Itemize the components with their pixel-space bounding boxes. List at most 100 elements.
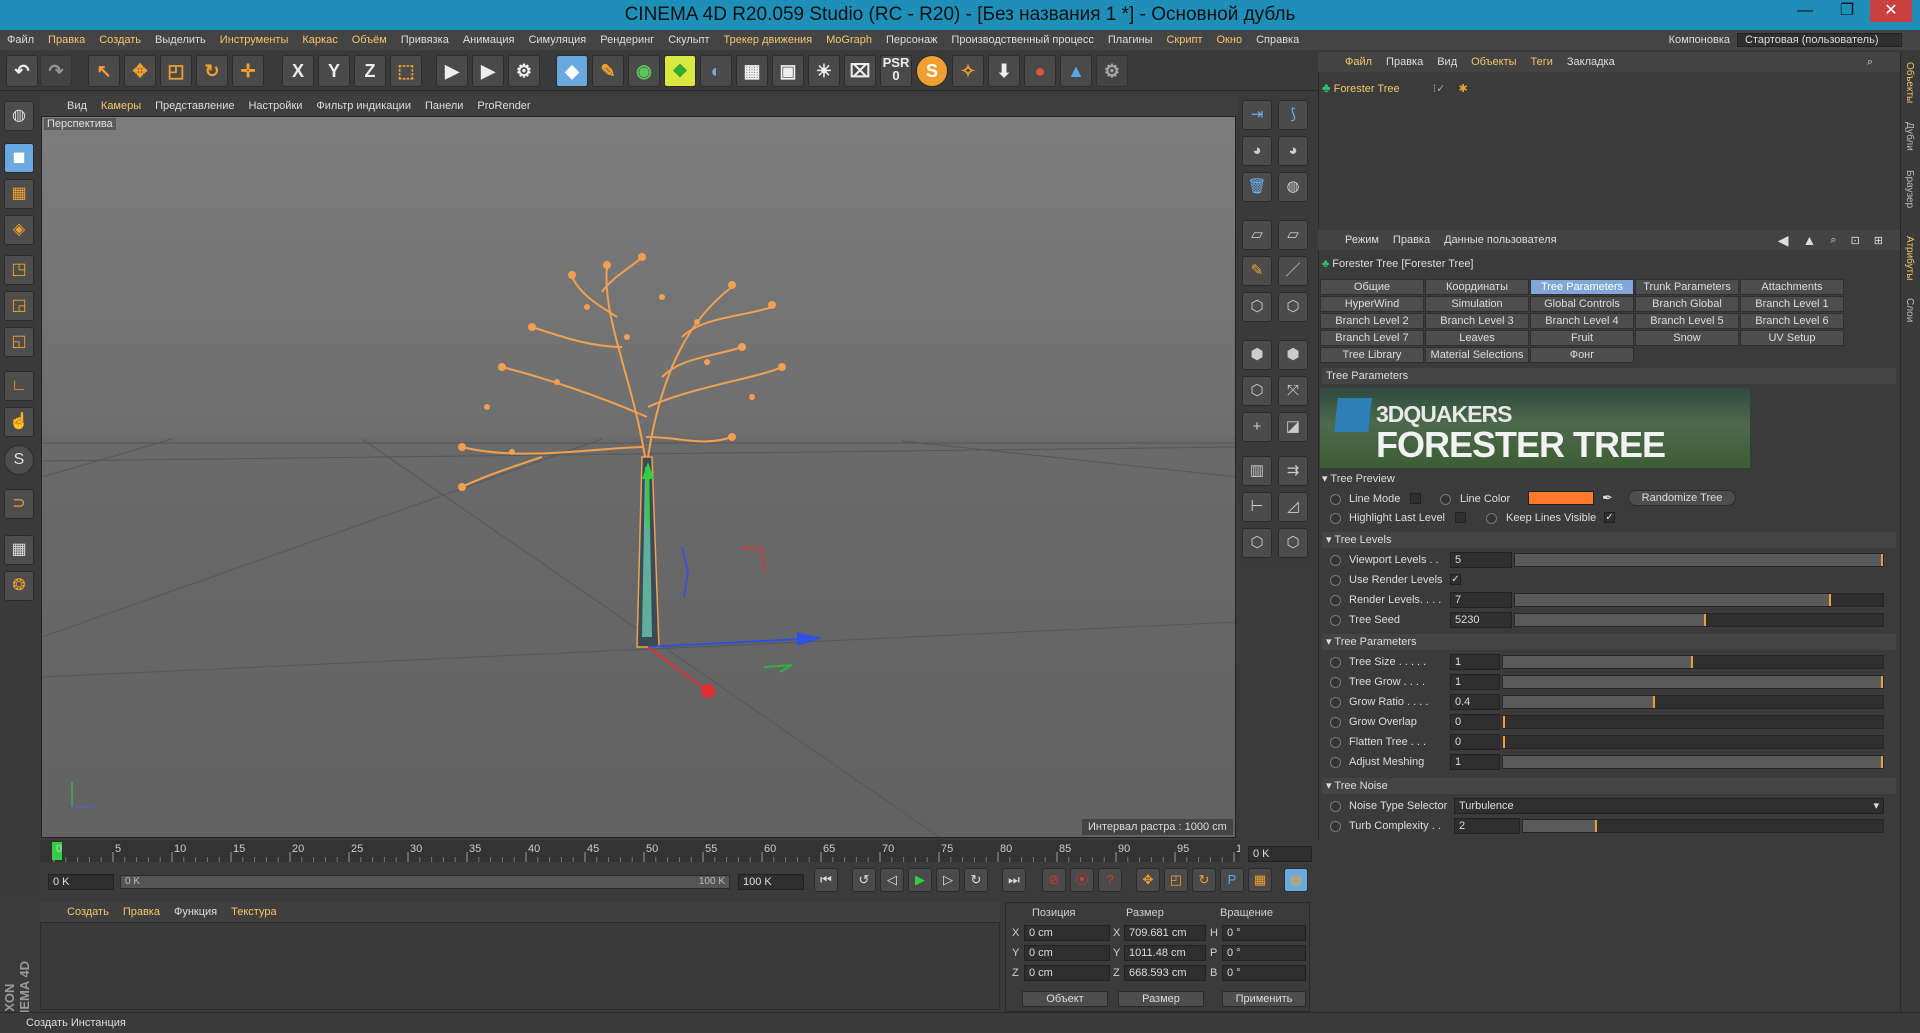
- menu-mograph[interactable]: MoGraph: [819, 34, 879, 46]
- tree-levels-field[interactable]: 5: [1450, 552, 1512, 568]
- tree-params-radio[interactable]: [1330, 697, 1341, 708]
- size-z-field[interactable]: 668.593 cm: [1124, 965, 1206, 981]
- am-new-icon[interactable]: ⊞: [1867, 234, 1890, 247]
- menu-script[interactable]: Скрипт: [1159, 34, 1209, 46]
- up-arrow-icon[interactable]: ▲: [1796, 232, 1824, 248]
- tree-params-slider[interactable]: [1502, 755, 1884, 769]
- align-icon[interactable]: ⇉: [1278, 456, 1308, 486]
- tab-branch-level-3[interactable]: Branch Level 3: [1425, 313, 1529, 329]
- tree-params-slider-handle[interactable]: [1881, 756, 1883, 768]
- coordinate-system-icon[interactable]: ⬚: [390, 55, 422, 87]
- previous-frame-icon[interactable]: ◁: [880, 868, 904, 892]
- tree-levels-field[interactable]: 7: [1450, 592, 1512, 608]
- menu-render[interactable]: Рендеринг: [593, 34, 661, 46]
- om-menu-view[interactable]: Вид: [1430, 56, 1464, 68]
- axis-mode-icon[interactable]: ∟: [4, 371, 34, 401]
- tab-basic[interactable]: Общие: [1320, 279, 1424, 295]
- rot-h-field[interactable]: 0 °: [1222, 925, 1306, 941]
- radio-line-color[interactable]: [1440, 494, 1451, 505]
- tree-params-slider[interactable]: [1502, 695, 1884, 709]
- previous-key-icon[interactable]: ↺: [852, 868, 876, 892]
- tab-branch-level-7[interactable]: Branch Level 7: [1320, 330, 1424, 346]
- mm-menu-edit[interactable]: Правка: [116, 906, 167, 918]
- points-mode-icon[interactable]: ◳: [4, 255, 34, 285]
- tree-params-field[interactable]: 0: [1450, 714, 1500, 730]
- plane-alt-icon[interactable]: ▱: [1278, 220, 1308, 250]
- globe-icon[interactable]: ◍: [4, 101, 34, 131]
- turb-slider-handle[interactable]: [1595, 820, 1597, 832]
- gear-icon[interactable]: ⚙: [1096, 55, 1128, 87]
- render-view-icon[interactable]: ▶: [436, 55, 468, 87]
- cube-alt-icon[interactable]: ⬢: [1278, 340, 1308, 370]
- tree-levels-slider-handle[interactable]: [1881, 554, 1883, 566]
- frame-readout[interactable]: 0 K: [1248, 846, 1312, 862]
- recent-tool-icon[interactable]: ✛: [232, 55, 264, 87]
- am-menu-userdata[interactable]: Данные пользователя: [1437, 234, 1563, 246]
- x-axis-icon[interactable]: X: [282, 55, 314, 87]
- object-tag-icon[interactable]: ✱: [1458, 83, 1467, 95]
- menu-sculpt[interactable]: Скульпт: [661, 34, 716, 46]
- tab-snow[interactable]: Snow: [1635, 330, 1739, 346]
- box-tool-icon[interactable]: ⬡: [1242, 292, 1272, 322]
- pos-z-field[interactable]: 0 cm: [1024, 965, 1110, 981]
- polygons-mode-icon[interactable]: ◱: [4, 327, 34, 357]
- apply-button[interactable]: Применить: [1222, 991, 1306, 1007]
- cone-icon[interactable]: ▲: [1060, 55, 1092, 87]
- go-to-end-icon[interactable]: ⏭: [1002, 868, 1026, 892]
- tree-levels-radio[interactable]: [1330, 575, 1341, 586]
- viewport-menu-filter[interactable]: Фильтр индикации: [309, 100, 418, 112]
- viewport-menu-cameras[interactable]: Камеры: [94, 100, 148, 112]
- tree-levels-radio[interactable]: [1330, 615, 1341, 626]
- tab-tree-library[interactable]: Tree Library: [1320, 347, 1424, 363]
- render-picture-viewer-icon[interactable]: ▶: [472, 55, 504, 87]
- menu-file[interactable]: Файл: [0, 34, 41, 46]
- box-alt-icon[interactable]: ⬡: [1278, 292, 1308, 322]
- radio-turb-complexity[interactable]: [1330, 821, 1341, 832]
- stair-icon[interactable]: ◿: [1278, 492, 1308, 522]
- tab-branch-level-5[interactable]: Branch Level 5: [1635, 313, 1739, 329]
- tree-noise-head[interactable]: ▾ Tree Noise: [1322, 778, 1896, 794]
- key-rotation-icon[interactable]: ↻: [1192, 868, 1216, 892]
- tree-params-slider-handle[interactable]: [1653, 696, 1655, 708]
- tab-fruit[interactable]: Fruit: [1530, 330, 1634, 346]
- key-position-icon[interactable]: ✥: [1136, 868, 1160, 892]
- tree-params-slider[interactable]: [1502, 675, 1884, 689]
- workplane-mode-icon[interactable]: ◈: [4, 215, 34, 245]
- side-tab-objects[interactable]: Объекты: [1904, 62, 1915, 103]
- tree-params-field[interactable]: 0: [1450, 734, 1500, 750]
- tree-levels-radio[interactable]: [1330, 595, 1341, 606]
- menu-volume[interactable]: Объём: [345, 34, 394, 46]
- timeline-ruler[interactable]: 0510152025303540455055606570758085909510…: [40, 840, 1240, 862]
- measure-icon[interactable]: ⊢: [1242, 492, 1272, 522]
- tree-levels-radio[interactable]: [1330, 555, 1341, 566]
- am-search-icon[interactable]: ⌕: [1823, 234, 1843, 247]
- tab-material-selections[interactable]: Material Selections: [1425, 347, 1529, 363]
- om-menu-objects[interactable]: Объекты: [1464, 56, 1523, 68]
- timeline-window-icon[interactable]: ▤: [1284, 868, 1308, 892]
- tab-branch-level-4[interactable]: Branch Level 4: [1530, 313, 1634, 329]
- viewport-menu-view[interactable]: Вид: [60, 100, 94, 112]
- line-mode-checkbox[interactable]: [1410, 493, 1421, 504]
- pen-spline-icon[interactable]: ✎: [592, 55, 624, 87]
- mesh-sphere-icon[interactable]: ◍: [1278, 172, 1308, 202]
- am-lock-icon[interactable]: ⊡: [1844, 234, 1867, 247]
- texture-mode-icon[interactable]: ▦: [4, 179, 34, 209]
- tree-params-radio[interactable]: [1330, 717, 1341, 728]
- tree-params-field[interactable]: 1: [1450, 674, 1500, 690]
- live-select-icon[interactable]: ↖: [88, 55, 120, 87]
- tree-params-slider[interactable]: [1502, 715, 1884, 729]
- edges-mode-icon[interactable]: ◲: [4, 291, 34, 321]
- extrude-icon[interactable]: ⬡: [1242, 376, 1272, 406]
- menu-plugins[interactable]: Плагины: [1101, 34, 1160, 46]
- tab-branch-level-1[interactable]: Branch Level 1: [1740, 296, 1844, 312]
- eyedropper-icon[interactable]: ✒: [1602, 490, 1613, 506]
- symmetry-icon[interactable]: ❂: [4, 571, 34, 601]
- snap-icon[interactable]: S: [916, 55, 948, 87]
- menu-simulate[interactable]: Симуляция: [521, 34, 593, 46]
- autokey-icon[interactable]: ⦿: [1070, 868, 1094, 892]
- bend-icon[interactable]: ⟆: [1278, 100, 1308, 130]
- om-menu-tags[interactable]: Теги: [1524, 56, 1560, 68]
- tab-hyperwind[interactable]: HyperWind: [1320, 296, 1424, 312]
- psr-button[interactable]: PSR0: [880, 55, 912, 87]
- tree-params-slider-handle[interactable]: [1503, 736, 1505, 748]
